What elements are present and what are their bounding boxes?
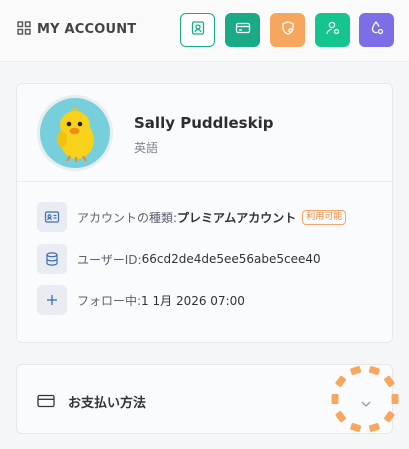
spinner-dot [368,423,380,432]
drop-gear-icon [369,20,385,40]
account-type-label: アカウントの種類: [77,210,178,225]
database-icon [37,244,67,274]
spinner-dot [350,423,362,432]
follow-label: フォロー中: [77,293,142,308]
user-id-value: 66cd2de4de5ee56abe5cee40 [141,252,321,266]
loading-spinner [322,359,408,445]
spinner-dot [331,394,339,404]
credit-card-icon [37,393,55,413]
avatar [37,95,113,171]
profile-card: Sally Puddleskip 英語 アカウントの種類: プレミアムアカウント… [16,83,393,343]
spinner-dot [350,366,362,375]
divider [17,181,392,182]
spinner-dot [335,411,346,423]
account-type-value: プレミアムアカウント [177,210,297,225]
account-type-row: アカウントの種類: プレミアムアカウント 利用可能 [37,202,347,232]
user-id-label: ユーザーID: [77,252,142,267]
user-gear-icon [325,20,341,40]
user-settings-button[interactable] [315,13,350,47]
follow-row: フォロー中: 1 1月 2026 07:00 [37,285,245,315]
user-name: Sally Puddleskip [134,114,274,132]
id-badge-icon [190,20,206,40]
drop-settings-button[interactable] [359,13,394,47]
spinner-dot [384,411,395,423]
page-title: MY ACCOUNT [37,21,137,37]
card-button[interactable] [225,13,260,47]
user-language: 英語 [134,141,159,155]
user-id-row: ユーザーID: 66cd2de4de5ee56abe5cee40 [37,244,321,274]
spinner-dot [335,375,346,387]
follow-value: 1 1月 2026 07:00 [141,293,245,308]
chick-avatar-image [57,107,94,162]
top-bar: MY ACCOUNT [0,0,409,62]
shield-button[interactable] [270,13,305,47]
shield-icon [280,20,296,40]
spinner-dot [368,366,380,375]
plus-icon [37,285,67,315]
brand: MY ACCOUNT [17,20,136,38]
credit-card-icon [235,20,251,40]
spinner-dot [384,375,395,387]
id-card-icon [37,202,67,232]
profile-button[interactable] [180,13,215,47]
grid-icon [17,20,31,39]
payment-method-title: お支払い方法 [68,396,147,411]
spinner-dot [391,394,399,404]
status-badge: 利用可能 [302,209,347,225]
